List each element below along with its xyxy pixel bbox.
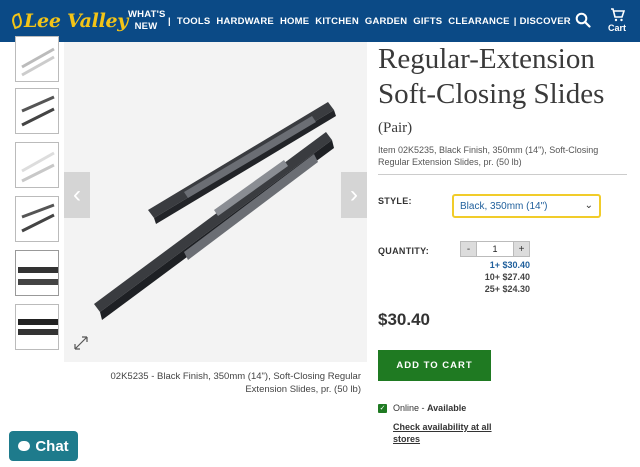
search-icon[interactable] — [575, 12, 591, 28]
style-select[interactable]: Black, 350mm (14") ⌄ — [452, 194, 601, 218]
availability-status: Available — [427, 403, 467, 413]
site-header: Lee Valley WHAT'S NEW | TOOLS HARDWARE H… — [0, 0, 640, 42]
style-label: STYLE: — [378, 196, 412, 206]
slide-thumbnail-image — [21, 203, 55, 233]
prev-image-button[interactable]: ‹ — [64, 172, 90, 218]
chat-label: Chat — [35, 437, 69, 455]
check-availability-link[interactable]: Check availability at all stores — [393, 421, 503, 445]
nav-garden[interactable]: GARDEN — [365, 16, 407, 27]
nav-separator: | — [513, 15, 517, 27]
increment-button[interactable]: + — [513, 241, 530, 257]
chat-bubble-icon — [18, 441, 31, 451]
slide-thumbnail-image — [18, 319, 58, 335]
quantity-label: QUANTITY: — [378, 246, 430, 256]
chevron-right-icon: › — [350, 181, 358, 208]
slide-thumbnail-image — [21, 95, 55, 127]
nav-gifts[interactable]: GIFTS — [413, 16, 442, 27]
chat-button[interactable]: Chat — [9, 431, 78, 461]
thumbnail-6[interactable] — [15, 304, 59, 350]
nav-separator: | — [168, 15, 171, 27]
nav-whats-new[interactable]: WHAT'S NEW — [128, 9, 165, 33]
item-description: Item 02K5235, Black Finish, 350mm (14"),… — [378, 145, 599, 167]
nav-hardware[interactable]: HARDWARE — [216, 16, 274, 27]
thumbnail-5[interactable] — [15, 250, 59, 296]
nav-tools[interactable]: TOOLS — [177, 16, 211, 27]
product-title: Regular-Extension Soft-Closing Slides — [378, 43, 605, 110]
logo-text: Lee Valley — [24, 10, 129, 32]
online-label: Online — [393, 403, 420, 413]
nav-clearance[interactable]: CLEARANCE — [448, 16, 509, 27]
price-tier: 1+ $30.40 — [489, 260, 530, 270]
nav-kitchen[interactable]: KITCHEN — [315, 16, 359, 27]
product-subtitle: (Pair) — [378, 120, 413, 136]
product-price: $30.40 — [378, 310, 430, 329]
slides-product-photo — [94, 102, 336, 320]
cart-button[interactable]: Cart — [602, 8, 632, 33]
expand-icon[interactable] — [74, 336, 88, 350]
price-tiers: 1+ $30.40 10+ $27.40 25+ $24.30 — [460, 259, 530, 295]
decrement-button[interactable]: - — [460, 241, 477, 257]
image-caption: 02K5235 - Black Finish, 350mm (14"), Sof… — [110, 371, 361, 395]
next-image-button[interactable]: › — [341, 172, 367, 218]
slide-thumbnail-image — [18, 267, 58, 285]
quantity-stepper: - 1 + — [460, 241, 530, 257]
cart-icon — [610, 8, 625, 22]
thumbnail-4[interactable] — [15, 196, 59, 242]
slide-thumbnail-image — [21, 47, 55, 77]
thumbnail-2[interactable] — [15, 88, 59, 134]
price-tier: 10+ $27.40 — [484, 272, 530, 282]
chevron-left-icon: ‹ — [73, 181, 81, 208]
check-icon: ✓ — [378, 403, 387, 413]
style-select-value: Black, 350mm (14") — [460, 200, 548, 212]
divider — [378, 174, 627, 175]
thumbnail-1[interactable] — [15, 36, 59, 82]
price-tier: 25+ $24.30 — [484, 284, 530, 294]
availability-separator: - — [419, 403, 428, 413]
quantity-input[interactable]: 1 — [477, 241, 513, 257]
main-nav: WHAT'S NEW | TOOLS HARDWARE HOME KITCHEN… — [128, 0, 571, 42]
nav-discover[interactable]: DISCOVER — [520, 16, 571, 27]
online-availability: ✓ Online - Available — [378, 403, 466, 413]
thumbnail-3[interactable] — [15, 142, 59, 188]
lee-valley-logo[interactable]: Lee Valley — [9, 9, 129, 33]
main-product-image: ‹ › — [64, 42, 367, 362]
leaf-icon — [9, 12, 25, 30]
chevron-down-icon: ⌄ — [584, 200, 593, 211]
cart-label: Cart — [607, 23, 626, 33]
add-to-cart-button[interactable]: ADD TO CART — [378, 350, 491, 381]
nav-home[interactable]: HOME — [280, 16, 309, 27]
slide-thumbnail-image — [21, 151, 55, 183]
